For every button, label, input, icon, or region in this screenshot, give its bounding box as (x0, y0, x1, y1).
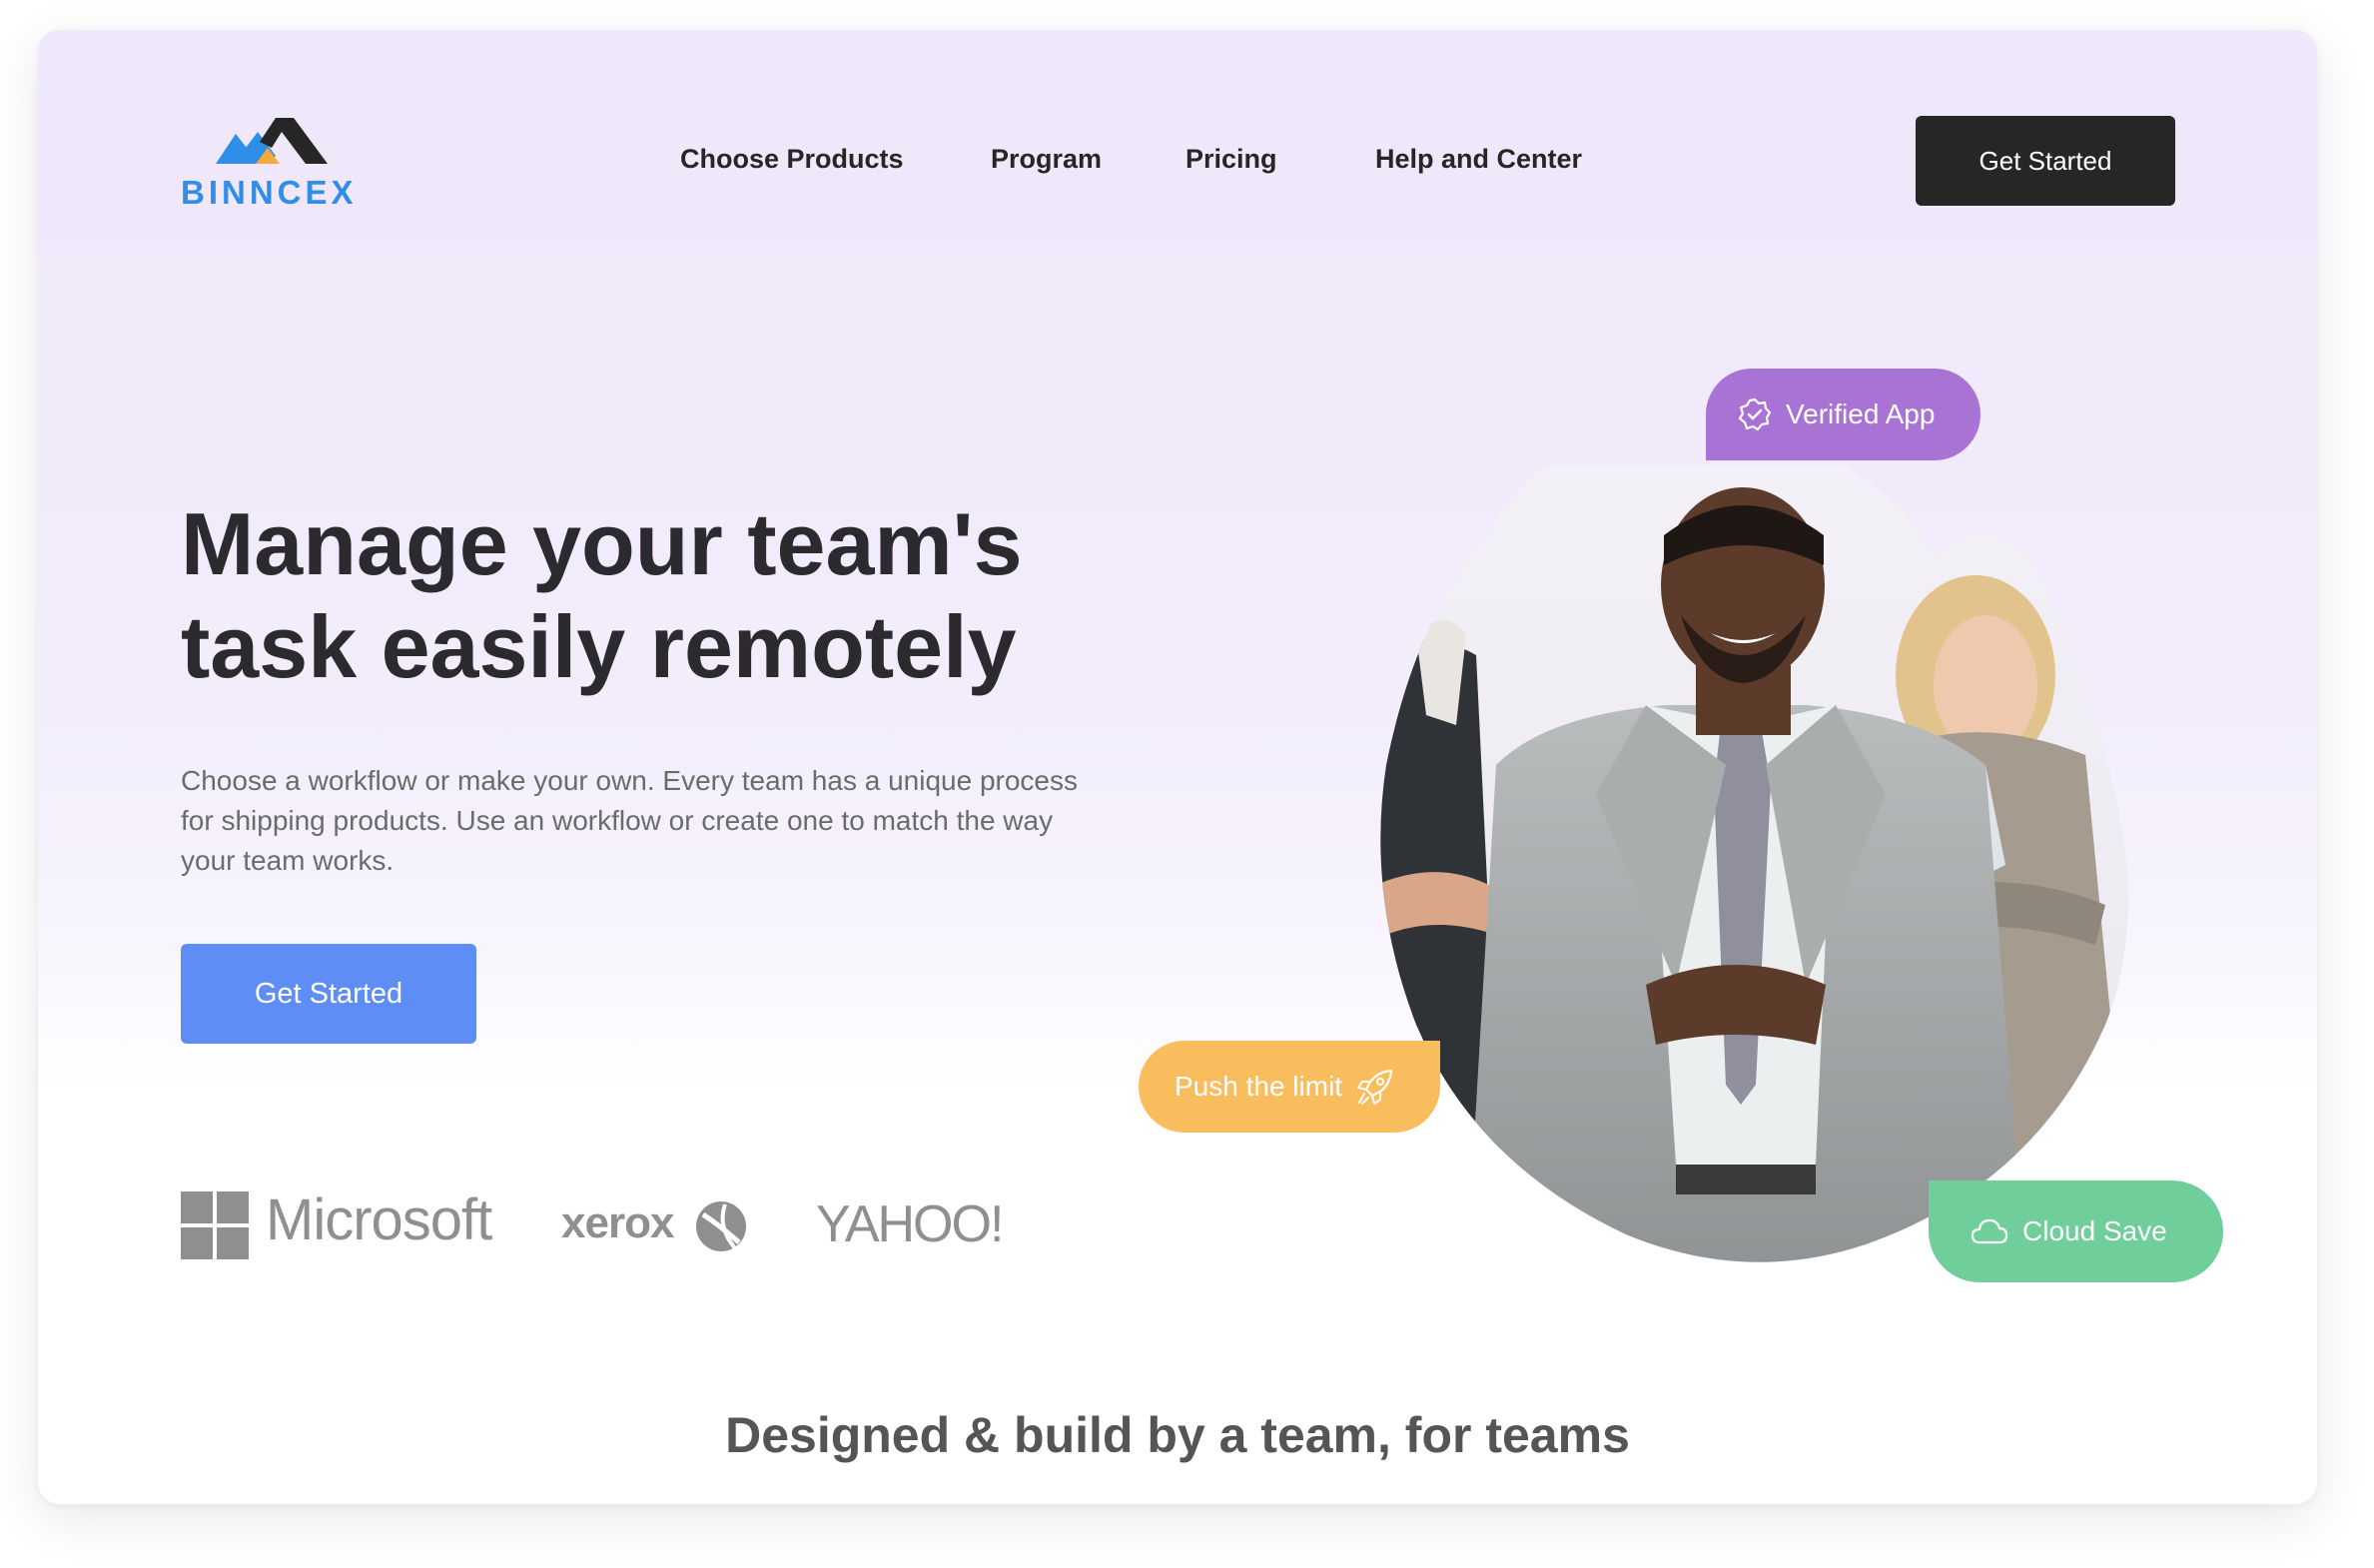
microsoft-logo-icon (181, 1191, 249, 1259)
push-the-limit-badge: Push the limit (1139, 1041, 1441, 1133)
brand-name: BINNCEX (181, 174, 358, 211)
hero-description: Choose a workflow or make your own. Ever… (181, 765, 1078, 876)
microsoft-logo-text: Microsoft (266, 1187, 492, 1252)
yahoo-logo-text: YAHOO! (816, 1195, 1004, 1253)
cloud-save-label: Cloud Save (2022, 1215, 2167, 1246)
push-the-limit-label: Push the limit (1175, 1071, 1343, 1102)
brand-logo[interactable]: BINNCEX (181, 118, 381, 238)
xerox-logo-text: xerox (561, 1198, 674, 1247)
nav-item-choose-products[interactable]: Choose Products (680, 144, 904, 175)
verified-app-label: Verified App (1786, 398, 1936, 429)
verified-app-badge: Verified App (1706, 369, 1981, 460)
hero-headline: Manage your team's task easily remotely (181, 492, 1160, 698)
hero-get-started-button[interactable]: Get Started (181, 944, 476, 1044)
cloud-save-badge: Cloud Save (1929, 1180, 2223, 1282)
headline-line-1: Manage your team's (181, 494, 1023, 593)
nav-item-program[interactable]: Program (991, 144, 1102, 175)
headline-line-2: task easily remotely (181, 597, 1017, 696)
landing-page: BINNCEX Choose Products Program Pricing … (38, 30, 2317, 1504)
nav-item-pricing[interactable]: Pricing (1186, 144, 1277, 175)
xerox-globe-icon (696, 1201, 746, 1251)
section-title: Designed & build by a team, for teams (725, 1407, 1630, 1463)
team-photo (1380, 465, 2128, 1262)
cloud-icon (1971, 1218, 2008, 1244)
mountain-logo-icon (216, 118, 328, 164)
rocket-icon (1357, 1069, 1393, 1105)
verified-badge-icon (1738, 397, 1772, 431)
nav-item-help-center[interactable]: Help and Center (1375, 144, 1582, 175)
header-get-started-button[interactable]: Get Started (1916, 116, 2175, 206)
